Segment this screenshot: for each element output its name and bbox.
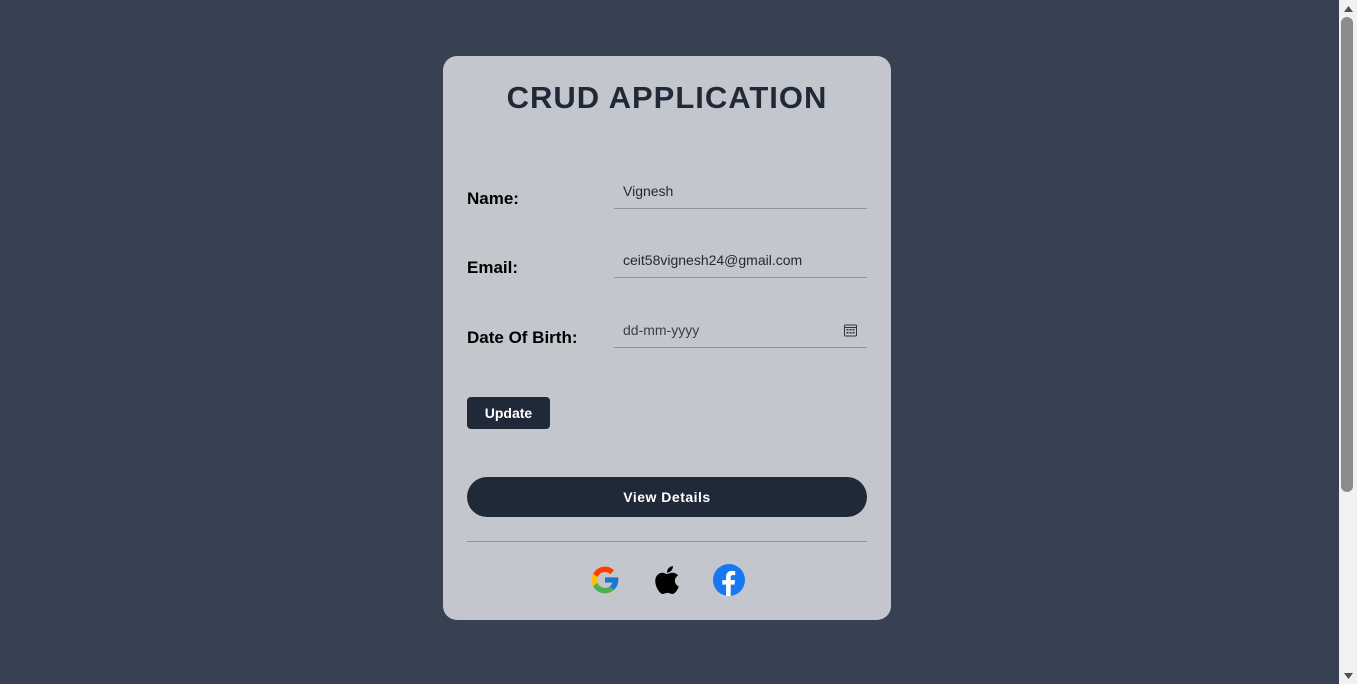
apple-button[interactable] <box>651 564 683 596</box>
email-label: Email: <box>467 258 519 277</box>
calendar-icon[interactable] <box>844 324 857 337</box>
vertical-scrollbar[interactable] <box>1339 0 1357 684</box>
dob-row: Date Of Birth: dd-mm-yyyy <box>467 313 867 363</box>
divider <box>467 541 867 542</box>
apple-icon <box>655 566 679 594</box>
update-button[interactable]: Update <box>467 397 550 429</box>
google-button[interactable] <box>589 564 621 596</box>
scroll-up-arrow-icon[interactable] <box>1339 0 1357 17</box>
scroll-down-arrow-icon[interactable] <box>1339 667 1357 684</box>
google-icon <box>591 566 619 594</box>
name-row: Name: Vignesh <box>467 174 867 224</box>
facebook-icon <box>713 564 745 596</box>
social-login-row <box>443 564 891 598</box>
page-title: CRUD APPLICATION <box>506 80 828 115</box>
facebook-button[interactable] <box>713 564 745 596</box>
dob-field[interactable]: dd-mm-yyyy <box>614 313 867 348</box>
page-background: CRUD APPLICATION Name: Vignesh Email: ce… <box>0 0 1339 684</box>
dob-placeholder: dd-mm-yyyy <box>623 322 700 338</box>
name-value: Vignesh <box>623 183 674 199</box>
email-field[interactable]: ceit58vignesh24@gmail.com <box>614 243 867 278</box>
scrollbar-thumb[interactable] <box>1341 17 1353 492</box>
email-row: Email: ceit58vignesh24@gmail.com <box>467 243 867 293</box>
dob-label: Date Of Birth: <box>467 328 578 347</box>
name-label: Name: <box>467 189 519 208</box>
crud-card: CRUD APPLICATION Name: Vignesh Email: ce… <box>443 56 891 620</box>
email-value: ceit58vignesh24@gmail.com <box>623 252 803 268</box>
view-details-button[interactable]: View Details <box>467 477 867 517</box>
name-field[interactable]: Vignesh <box>614 174 867 209</box>
